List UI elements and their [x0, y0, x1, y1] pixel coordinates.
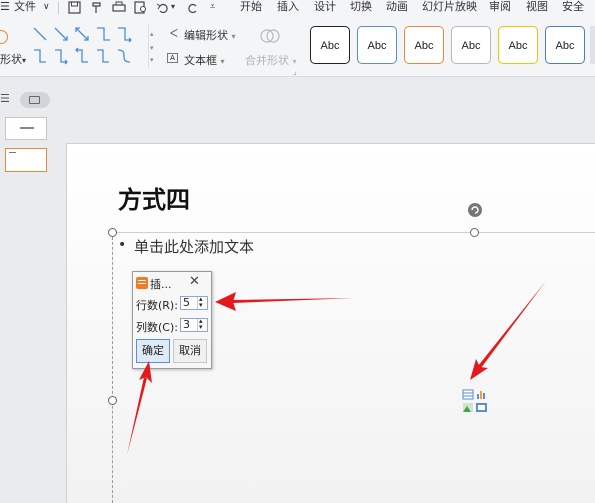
annotation-arrow-rows: [215, 292, 354, 311]
annotation-arrow-icons: [470, 281, 546, 380]
annotation-overlay: [127, 281, 546, 455]
annotation-arrow-ok: [127, 361, 152, 455]
